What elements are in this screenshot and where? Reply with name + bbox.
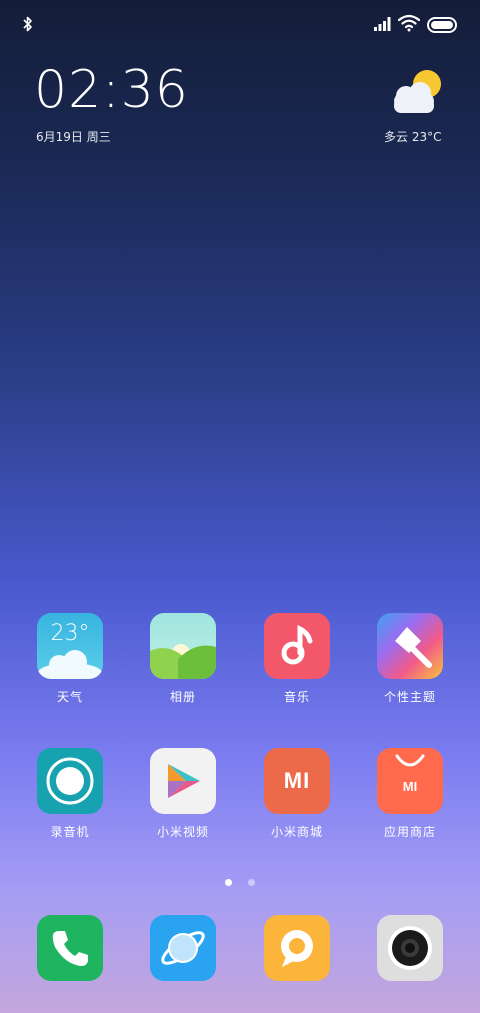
page-indicator[interactable]: [0, 871, 480, 890]
partly-cloudy-icon[interactable]: [388, 68, 446, 118]
battery-icon: [427, 17, 457, 33]
camera-icon: [377, 915, 443, 981]
app-music[interactable]: 音乐: [241, 613, 353, 705]
app-recorder[interactable]: 录音机: [14, 748, 126, 840]
app-label: 应用商店: [383, 825, 436, 839]
clock-time[interactable]: 02:36: [34, 60, 189, 120]
status-bar: [0, 0, 480, 50]
page-dot-active[interactable]: [225, 879, 233, 886]
music-icon: [264, 613, 330, 679]
messages-icon: [264, 915, 330, 981]
mi-logo: MI: [402, 779, 418, 794]
app-gallery[interactable]: 相册: [127, 613, 239, 705]
app-app-store[interactable]: MI 应用商店: [354, 748, 466, 840]
app-weather[interactable]: 23° 天气: [14, 613, 126, 705]
app-label: 相册: [169, 690, 196, 704]
mi-store-icon: MI: [264, 748, 330, 814]
dock-camera[interactable]: [354, 915, 466, 981]
dock-messages[interactable]: [241, 915, 353, 981]
dock-browser[interactable]: [127, 915, 239, 981]
weather-summary: 多云 23°C: [384, 130, 442, 144]
wifi-icon: [398, 14, 420, 32]
app-themes[interactable]: 个性主题: [354, 613, 466, 705]
phone-icon: [37, 915, 103, 981]
app-label: 天气: [56, 690, 83, 704]
app-mi-store[interactable]: MI 小米商城: [241, 748, 353, 840]
app-label: 音乐: [283, 690, 310, 704]
app-video[interactable]: 小米视频: [127, 748, 239, 840]
app-label: 小米商城: [270, 825, 323, 839]
weather-icon: 23°: [37, 613, 103, 679]
themes-icon: [377, 613, 443, 679]
app-store-icon: MI: [377, 748, 443, 814]
bluetooth-icon: [23, 16, 32, 32]
browser-icon: [150, 915, 216, 981]
recorder-icon: [37, 748, 103, 814]
app-label: 个性主题: [383, 690, 436, 704]
cell-signal-icon: [374, 17, 391, 31]
gallery-icon: [150, 613, 216, 679]
app-label: 录音机: [50, 825, 90, 839]
app-label: 小米视频: [156, 825, 209, 839]
clock-date: 6月19日 周三: [36, 130, 111, 144]
weather-tile-temp: 23°: [50, 621, 90, 646]
mi-logo: MI: [283, 768, 311, 793]
page-dot[interactable]: [247, 879, 255, 886]
dock-phone[interactable]: [14, 915, 126, 981]
video-icon: [150, 748, 216, 814]
